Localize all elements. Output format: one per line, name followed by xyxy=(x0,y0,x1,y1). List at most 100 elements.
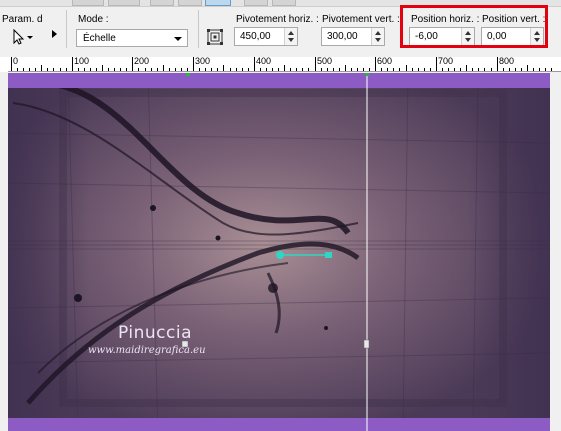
ruler-tick xyxy=(260,68,261,71)
ruler-tick xyxy=(442,68,443,71)
ruler-tick xyxy=(132,57,133,71)
ruler-tick xyxy=(436,57,437,71)
ruler-tick xyxy=(472,68,473,71)
ruler-tick xyxy=(509,68,510,71)
toolbar-top-button[interactable] xyxy=(150,0,174,6)
ruler-tick xyxy=(424,68,425,71)
ruler-tick xyxy=(551,68,552,71)
ruler-tick xyxy=(545,68,546,71)
ruler-tick xyxy=(78,68,79,71)
image-canvas[interactable] xyxy=(8,73,550,431)
ruler-tick xyxy=(230,68,231,71)
ruler-label: 700 xyxy=(438,57,454,66)
ruler-tick xyxy=(503,68,504,71)
horizontal-ruler[interactable]: 0 100 200 300 400 500 600 700 800 xyxy=(0,57,561,72)
ruler-label: 200 xyxy=(134,57,150,66)
pivot-vertical-stepper[interactable] xyxy=(371,28,384,45)
fit-to-layer-button[interactable] xyxy=(206,28,224,46)
ruler-tick xyxy=(242,68,243,71)
mode-select[interactable]: Échelle xyxy=(76,29,188,47)
toolbar-separator xyxy=(66,10,67,48)
ruler-tick xyxy=(108,68,109,71)
ruler-tick xyxy=(491,68,492,71)
ruler-tick xyxy=(448,68,449,71)
ruler-tick xyxy=(66,68,67,71)
ruler-tick xyxy=(484,68,485,71)
pivot-vertical-label: Pivotement vert. : xyxy=(322,14,400,25)
pivot-vertical-field[interactable]: 300,00 xyxy=(321,27,385,46)
ruler-tick xyxy=(23,68,24,71)
ruler-tick xyxy=(96,68,97,71)
ruler-tick xyxy=(126,68,127,71)
ruler-tick xyxy=(333,68,334,71)
toolbar-top-button[interactable] xyxy=(244,0,268,6)
ruler-tick xyxy=(418,68,419,71)
arrow-down-icon[interactable] xyxy=(288,38,294,42)
ruler-tick xyxy=(60,68,61,71)
ruler-tick xyxy=(369,68,370,71)
ruler-tick xyxy=(363,68,364,71)
ruler-label: 300 xyxy=(195,57,211,66)
ruler-tick xyxy=(72,57,73,71)
ruler-tick xyxy=(515,68,516,71)
ruler-tick xyxy=(430,68,431,71)
ruler-label: 100 xyxy=(74,57,90,66)
presets-play-icon[interactable] xyxy=(52,30,57,38)
ruler-tick xyxy=(399,68,400,71)
ruler-tick xyxy=(199,68,200,71)
ruler-corner xyxy=(0,57,8,72)
ruler-tick xyxy=(35,68,36,71)
ruler-tick xyxy=(290,68,291,71)
pivot-horizontal-label: Pivotement horiz. : xyxy=(236,14,319,25)
ruler-tick xyxy=(381,68,382,71)
toolbar-top-button[interactable] xyxy=(272,0,296,6)
arrow-up-icon[interactable] xyxy=(375,31,381,35)
presets-label: Param. d xyxy=(2,14,43,25)
ruler-tick xyxy=(296,68,297,71)
ruler-tick xyxy=(327,68,328,71)
ruler-tick xyxy=(120,68,121,71)
ruler-tick xyxy=(187,68,188,71)
toolbar-top-button[interactable] xyxy=(108,0,140,6)
fit-to-layer-icon xyxy=(207,29,223,45)
ruler-tick xyxy=(11,57,12,71)
ruler-tick xyxy=(284,65,285,71)
image-artwork xyxy=(8,73,550,431)
ruler-tick xyxy=(393,68,394,71)
pivot-horizontal-stepper[interactable] xyxy=(284,28,297,45)
ruler-tick xyxy=(527,65,528,71)
ruler-tick xyxy=(351,68,352,71)
pivot-vertical-value: 300,00 xyxy=(327,31,358,42)
toolbar-separator xyxy=(198,10,199,48)
ruler-tick xyxy=(521,68,522,71)
pivot-horizontal-field[interactable]: 450,00 xyxy=(234,27,298,46)
mode-label: Mode : xyxy=(78,14,109,25)
ruler-tick xyxy=(175,68,176,71)
ruler-tick xyxy=(466,65,467,71)
ruler-tick xyxy=(236,68,237,71)
arrow-up-icon[interactable] xyxy=(288,31,294,35)
chevron-down-icon xyxy=(174,37,182,41)
presets-button[interactable] xyxy=(8,28,36,46)
ruler-tick xyxy=(223,65,224,71)
ruler-tick xyxy=(145,68,146,71)
ruler-tick xyxy=(533,68,534,71)
arrow-down-icon[interactable] xyxy=(375,38,381,42)
ruler-tick xyxy=(266,68,267,71)
ruler-tick xyxy=(339,68,340,71)
ruler-tick xyxy=(169,68,170,71)
ruler-tick xyxy=(278,68,279,71)
bottom-band xyxy=(8,418,550,431)
pointer-icon xyxy=(13,28,33,45)
ruler-tick xyxy=(302,68,303,71)
ruler-tick xyxy=(181,68,182,71)
watermark-title: Pinuccia xyxy=(118,323,192,343)
toolbar-top-button[interactable] xyxy=(72,0,104,6)
ruler-tick xyxy=(315,57,316,71)
mode-select-value: Échelle xyxy=(83,33,116,44)
toolbar-top-button-active[interactable] xyxy=(205,0,231,6)
ruler-tick xyxy=(84,68,85,71)
ruler-label: 500 xyxy=(317,57,333,66)
toolbar-top-button[interactable] xyxy=(178,0,202,6)
ruler-label: 0 xyxy=(13,57,19,66)
